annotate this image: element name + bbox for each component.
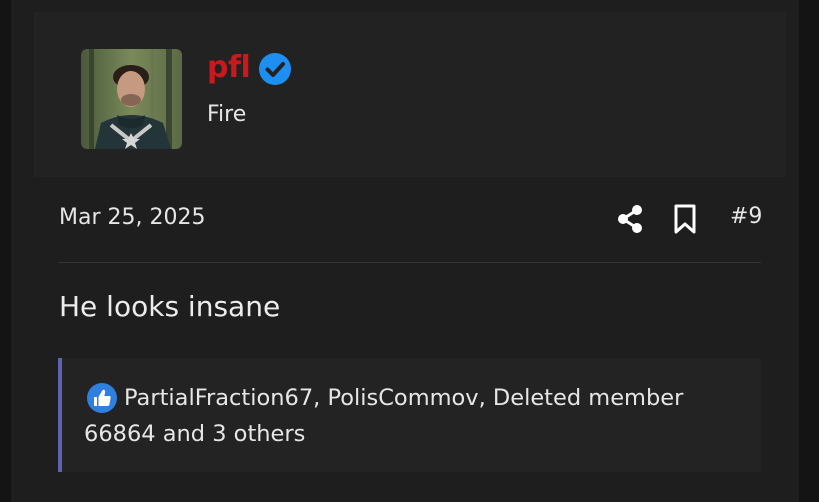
user-title: Fire: [207, 102, 247, 127]
user-bar-pointer: [84, 153, 132, 177]
verified-badge-icon: [259, 53, 291, 85]
bookmark-icon[interactable]: [672, 204, 698, 234]
share-icon[interactable]: [615, 203, 645, 235]
post-date[interactable]: Mar 25, 2025: [59, 205, 205, 230]
avatar[interactable]: [81, 49, 182, 149]
post-number-link[interactable]: #9: [730, 204, 762, 229]
username[interactable]: pfl: [207, 50, 251, 85]
post-container: pfl Fire Mar 25, 2025 #9 He looks insane…: [11, 0, 799, 502]
reactions-text[interactable]: PartialFraction67, PolisCommov, Deleted …: [84, 380, 744, 452]
post-message: He looks insane: [59, 290, 281, 323]
reactions-bar[interactable]: PartialFraction67, PolisCommov, Deleted …: [58, 358, 761, 472]
avatar-image: [81, 49, 182, 149]
divider: [59, 262, 761, 263]
user-bar: pfl Fire: [34, 12, 786, 177]
